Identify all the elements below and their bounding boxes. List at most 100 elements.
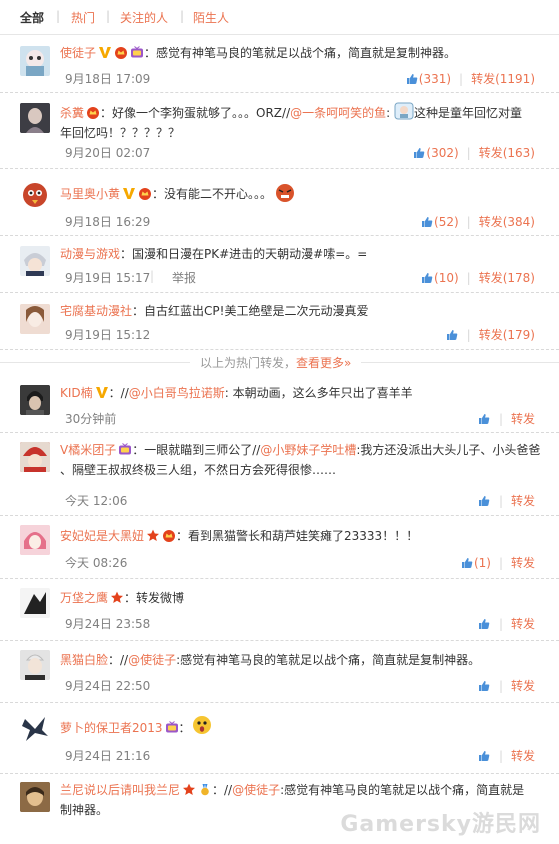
post-time[interactable]: 今天 08:26: [65, 554, 127, 571]
avatar[interactable]: [20, 650, 50, 680]
repost-button[interactable]: 转发(178): [479, 271, 535, 285]
hot-divider-text: 以上为热门转发，: [200, 356, 297, 370]
post-content: 万垡之鹰 ：转发微博: [60, 588, 545, 608]
user-name[interactable]: 黑猫白脸: [60, 653, 108, 667]
star-badge-icon: [182, 783, 196, 796]
see-more-link[interactable]: 查看更多»: [296, 356, 351, 370]
thumb-up-icon: [478, 413, 490, 425]
post-text: ：自古红蓝出CP!美工绝壁是二次元动漫真爱: [132, 304, 369, 318]
post-actions: (1) | 转发: [461, 554, 535, 571]
post-content: 使徒子 ：感觉有神笔马良的笔就足以战个痛，简直就是复制神器。: [60, 43, 545, 63]
mention-link[interactable]: @使徒子: [232, 783, 280, 797]
avatar[interactable]: [20, 179, 50, 209]
user-name[interactable]: 万垡之鹰: [60, 591, 108, 605]
mention-link[interactable]: @使徒子: [128, 653, 176, 667]
report-link[interactable]: 举报: [172, 269, 196, 286]
post-time[interactable]: 9月24日 22:50: [65, 677, 150, 694]
tab-following[interactable]: 关注的人: [120, 9, 168, 26]
like-button[interactable]: [446, 328, 459, 342]
thumb-up-icon: [478, 750, 490, 762]
post-time[interactable]: 9月18日 17:09: [65, 70, 150, 87]
post-text: ：国漫和日漫在PK#进击的天朝动漫#嗦=。=: [120, 247, 368, 261]
star-badge-icon: [110, 591, 124, 604]
post-actions: (10) | 转发(178): [421, 269, 535, 286]
mention-link[interactable]: @小野妹子学吐槽: [260, 443, 356, 457]
avatar[interactable]: [20, 714, 50, 744]
post-actions: | 转发: [478, 410, 535, 427]
like-button[interactable]: [478, 749, 491, 763]
tab-strangers[interactable]: 陌生人: [193, 9, 229, 26]
repost-button[interactable]: 转发: [511, 617, 535, 631]
tab-hot[interactable]: 热门: [71, 9, 95, 26]
tv-badge-icon: [165, 721, 179, 734]
repost-button[interactable]: 转发: [511, 494, 535, 508]
mention-link[interactable]: @小白哥鸟拉诺斯: [129, 386, 225, 400]
post-time[interactable]: 9月24日 21:16: [65, 747, 150, 764]
user-name[interactable]: 兰尼说以后请叫我兰尼: [60, 783, 180, 797]
repost-button[interactable]: 转发(384): [479, 215, 535, 229]
like-button[interactable]: [478, 494, 491, 508]
post-time[interactable]: 9月24日 23:58: [65, 615, 150, 632]
like-button[interactable]: (331): [406, 72, 451, 86]
action-divider: |: [150, 269, 155, 283]
tab-divider: |: [106, 9, 111, 23]
user-name[interactable]: 宅腐基动漫社: [60, 304, 132, 318]
post-time[interactable]: 9月20日 02:07: [65, 144, 150, 161]
repost-button[interactable]: 转发(179): [479, 328, 535, 342]
avatar[interactable]: [20, 246, 50, 276]
repost-button[interactable]: 转发(1191): [471, 72, 535, 86]
tv-badge-icon: [118, 443, 132, 456]
user-name[interactable]: KID楠: [60, 386, 93, 400]
post-time[interactable]: 30分钟前: [65, 410, 116, 427]
mention-link[interactable]: @一条呵呵笑的鱼: [290, 106, 386, 120]
like-button[interactable]: (302): [413, 146, 459, 160]
repost-button[interactable]: 转发: [511, 679, 535, 693]
post-actions: | 转发: [478, 747, 535, 764]
repost-list: 使徒子 ：感觉有神笔马良的笔就足以战个痛，简直就是复制神器。 9月18日 17:0…: [0, 36, 559, 834]
repost-button[interactable]: 转发: [511, 556, 535, 570]
repost-button[interactable]: 转发: [511, 749, 535, 763]
user-name[interactable]: 使徒子: [60, 46, 96, 60]
avatar[interactable]: [20, 46, 50, 76]
avatar[interactable]: [20, 442, 50, 472]
angry-face-emoticon-icon: [276, 184, 295, 202]
vip-crown-icon: [138, 187, 152, 200]
verified-v-icon: [98, 46, 112, 59]
post-content: 动漫与游戏：国漫和日漫在PK#进击的天朝动漫#嗦=。=: [60, 244, 545, 264]
list-item: V橘米团子 ：一眼就瞄到三师公了//@小野妹子学吐槽:我方还没派出大头儿子、小头爸…: [0, 433, 559, 516]
user-name[interactable]: 马里奥小黄: [60, 187, 120, 201]
repost-button[interactable]: 转发: [511, 412, 535, 426]
post-time[interactable]: 今天 12:06: [65, 492, 127, 509]
avatar[interactable]: [20, 103, 50, 133]
like-button[interactable]: [478, 679, 491, 693]
post-time[interactable]: 9月19日 15:17: [65, 269, 150, 286]
action-divider: |: [498, 494, 503, 508]
like-button[interactable]: (52): [421, 215, 459, 229]
avatar[interactable]: [20, 304, 50, 334]
user-name[interactable]: 安妃妃是大黑妞: [60, 529, 144, 543]
user-name[interactable]: V橘米团子: [60, 443, 116, 457]
avatar[interactable]: [20, 525, 50, 555]
user-name[interactable]: 萝卜的保卫者2013: [60, 721, 163, 735]
verified-v-icon: [95, 386, 109, 399]
action-divider: |: [459, 72, 464, 86]
tab-all[interactable]: 全部: [20, 9, 44, 26]
like-button[interactable]: (10): [421, 271, 459, 285]
post-actions: | 转发(179): [446, 326, 535, 343]
list-item: 萝卜的保卫者2013 ： 9月24日 21:16 | 转发: [0, 703, 559, 774]
avatar[interactable]: [20, 588, 50, 618]
like-button[interactable]: (1): [461, 556, 491, 570]
tab-divider: |: [180, 9, 185, 23]
repost-button[interactable]: 转发(163): [479, 146, 535, 160]
post-time[interactable]: 9月19日 15:12: [65, 326, 150, 343]
list-item: 杀糞 ：好像一个李狗蛋就够了。。。ORZ//@一条呵呵笑的鱼: 这种是童年回忆对童…: [0, 93, 559, 169]
user-name[interactable]: 动漫与游戏: [60, 247, 120, 261]
avatar[interactable]: [20, 385, 50, 415]
post-time[interactable]: 9月18日 16:29: [65, 213, 150, 230]
like-button[interactable]: [478, 412, 491, 426]
thumb-up-icon: [478, 495, 490, 507]
tv-badge-icon: [130, 46, 144, 59]
like-button[interactable]: [478, 617, 491, 631]
avatar[interactable]: [20, 782, 50, 812]
user-name[interactable]: 杀糞: [60, 106, 84, 120]
